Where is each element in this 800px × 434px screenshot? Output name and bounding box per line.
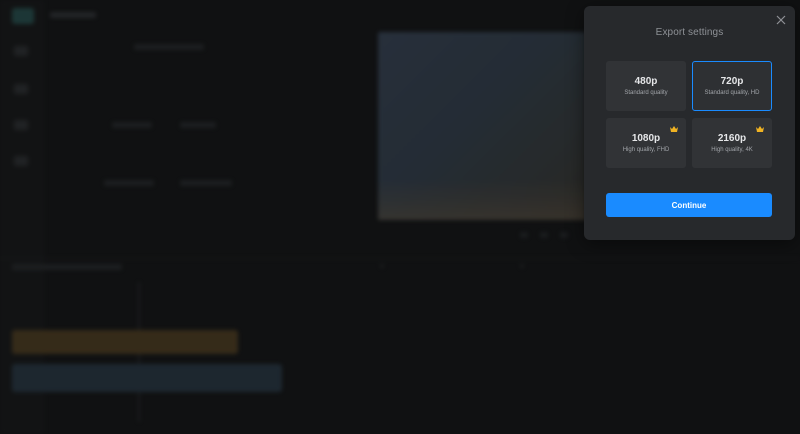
- timeline-tick: [520, 264, 524, 268]
- timeline-toolbar: [12, 264, 122, 270]
- sidebar-icon: [14, 84, 28, 94]
- close-icon: [776, 15, 786, 25]
- timeline-audio-track: [12, 330, 238, 354]
- panel-item: [112, 122, 152, 128]
- player-control: [560, 232, 568, 238]
- panel-item: [180, 122, 216, 128]
- sidebar-icon: [14, 156, 28, 166]
- option-description: Standard quality: [624, 90, 668, 96]
- video-preview: [378, 32, 586, 220]
- quality-option-2160p[interactable]: 2160p High quality, 4K: [692, 118, 772, 168]
- continue-button[interactable]: Continue: [606, 193, 772, 217]
- timeline-tick: [380, 264, 384, 268]
- sidebar-icon: [14, 120, 28, 130]
- app-logo: [12, 8, 34, 24]
- option-description: High quality, 4K: [711, 147, 753, 153]
- quality-option-480p[interactable]: 480p Standard quality: [606, 61, 686, 111]
- sidebar-icon: [14, 46, 28, 56]
- panel-item: [180, 180, 232, 186]
- option-label: 720p: [720, 76, 744, 87]
- project-title: [50, 12, 96, 18]
- player-control: [520, 232, 528, 238]
- export-settings-dialog: Export settings 480p Standard quality 72…: [584, 6, 795, 240]
- panel-item: [104, 180, 154, 186]
- close-button[interactable]: [775, 14, 787, 26]
- option-label: 1080p: [631, 133, 661, 144]
- dialog-title: Export settings: [655, 27, 724, 38]
- quality-option-720p[interactable]: 720p Standard quality, HD: [692, 61, 772, 111]
- option-description: Standard quality, HD: [704, 90, 760, 96]
- panel-heading: [134, 44, 204, 50]
- timeline-video-track: [12, 364, 282, 392]
- quality-option-1080p[interactable]: 1080p High quality, FHD: [606, 118, 686, 168]
- option-description: High quality, FHD: [622, 147, 670, 153]
- player-control: [540, 232, 548, 238]
- option-label: 2160p: [717, 133, 747, 144]
- timeline-divider: [0, 258, 800, 259]
- crown-icon: [756, 126, 764, 132]
- crown-icon: [670, 126, 678, 132]
- option-label: 480p: [634, 76, 658, 87]
